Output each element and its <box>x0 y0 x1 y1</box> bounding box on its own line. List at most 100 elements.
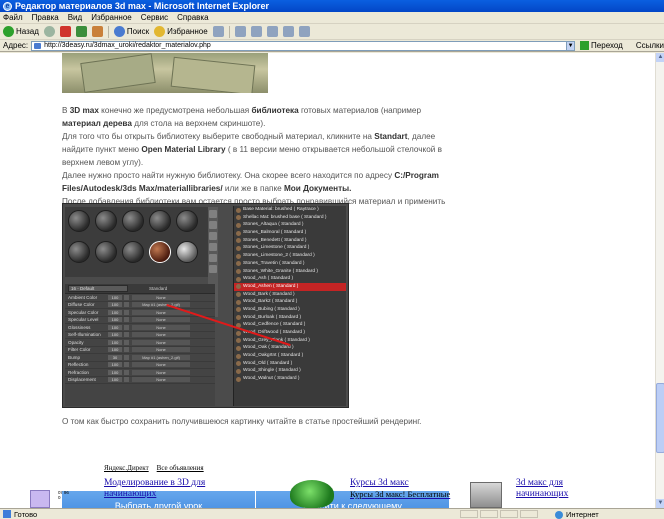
map-amount: 100 <box>108 362 122 368</box>
paragraph-2: Для того что бы открыть библиотеку выбер… <box>62 132 442 167</box>
map-row: Displacement 100 None <box>65 377 215 384</box>
favorites-button[interactable]: Избранное <box>154 25 208 38</box>
map-checkbox <box>124 347 129 353</box>
vertical-scrollbar[interactable]: ▲ ▼ <box>655 53 664 508</box>
print-icon[interactable] <box>250 26 262 37</box>
tool-icon <box>209 210 217 218</box>
menu-view[interactable]: Вид <box>68 13 82 22</box>
status-cell <box>460 510 478 518</box>
scroll-up-arrow-icon[interactable]: ▲ <box>656 53 664 62</box>
map-slot: None <box>132 377 190 383</box>
all-ads-link[interactable]: Все объявления <box>157 464 204 472</box>
library-item-selected: Wood_Ashen ( Standard ) <box>234 282 346 291</box>
sample-slot-active <box>149 241 171 263</box>
menu-bar: Файл Правка Вид Избранное Сервис Справка <box>0 12 664 24</box>
map-checkbox <box>124 377 129 383</box>
search-button[interactable]: Поиск <box>113 25 149 38</box>
toolbar-separator <box>107 25 109 38</box>
map-name: Specular Color <box>68 309 99 315</box>
map-name: Ambient Color <box>68 294 98 300</box>
edit-icon[interactable] <box>266 26 278 37</box>
sample-slot <box>122 210 144 232</box>
sample-slot <box>68 210 90 232</box>
stop-icon[interactable] <box>59 26 71 37</box>
sample-slot <box>95 210 117 232</box>
forward-button[interactable] <box>43 25 55 38</box>
sample-slot <box>95 241 117 263</box>
sample-slot <box>176 241 198 263</box>
map-row: Glossiness 100 None <box>65 324 215 332</box>
library-item: Wood_Burloak ( Standard ) <box>234 314 346 322</box>
map-checkbox <box>124 302 129 308</box>
library-item: Stones_Limestone ( Standard ) <box>234 244 346 252</box>
back-button[interactable]: Назад <box>3 25 39 38</box>
library-item: Wood_Old ( Standard ) <box>234 360 346 368</box>
scroll-down-arrow-icon[interactable]: ▼ <box>656 499 664 508</box>
library-item: Wood_Bark ( Standard ) <box>234 291 346 299</box>
teapot-ad-image[interactable] <box>290 480 334 508</box>
links-button[interactable]: Ссылки <box>636 41 664 50</box>
map-row: Specular Level 100 None <box>65 317 215 324</box>
status-cell <box>520 510 538 518</box>
map-slot: Map #1 (ashen_2.gif) <box>132 354 190 360</box>
map-checkbox <box>124 309 129 315</box>
address-input[interactable]: http://3deasy.ru/3dmax_uroki/redaktor_ma… <box>31 40 568 51</box>
menu-tools[interactable]: Сервис <box>141 13 168 22</box>
home-icon[interactable] <box>91 26 103 37</box>
menu-file[interactable]: Файл <box>3 13 23 22</box>
menu-favorites[interactable]: Избранное <box>91 13 132 22</box>
messenger-icon[interactable] <box>298 26 310 37</box>
material-editor-screenshot: 16 - Default Standard Ambient Color 100 No… <box>62 203 349 408</box>
map-slot: None <box>132 324 190 330</box>
ad-link-modeling[interactable]: Моделирование в 3D для начинающих <box>104 478 244 500</box>
paragraph-1: В 3D max конечно же предусмотрена неболь… <box>62 106 421 128</box>
map-amount: 100 <box>108 317 122 323</box>
material-name-row: 16 - Default Standard <box>65 284 215 294</box>
scroll-thumb[interactable] <box>656 383 664 453</box>
go-button[interactable]: Переход <box>580 41 623 50</box>
map-name: Specular Level <box>68 317 99 323</box>
toolbar-separator <box>228 25 230 38</box>
map-slot: Map #1 (ashen_2.gif) <box>132 302 190 308</box>
window-title: Редактор материалов 3d max - Microsoft I… <box>15 1 269 11</box>
map-name: Displacement <box>68 377 96 383</box>
map-name: Diffuse Color <box>68 302 95 308</box>
refresh-icon[interactable] <box>75 26 87 37</box>
yandex-direct-link[interactable]: Яндекс.Директ <box>104 464 149 472</box>
sample-slot <box>176 210 198 232</box>
ad-thumbnail-text: 0т 96 0 <box>58 490 69 500</box>
map-amount: 100 <box>108 347 122 353</box>
toolbar: Назад Поиск Избранное <box>0 24 664 40</box>
page-done-icon <box>3 510 11 518</box>
zone-label: Интернет <box>566 510 599 519</box>
material-name-field: 16 - Default <box>68 285 128 292</box>
ad-thumbnail[interactable] <box>30 490 50 508</box>
discuss-icon[interactable] <box>282 26 294 37</box>
search-icon <box>113 26 125 37</box>
map-name: Glossiness <box>68 324 91 330</box>
library-item: Base Material: brushed ( Raytrace ) <box>234 206 346 214</box>
maps-list: Ambient Color 100 None Diffuse Color 100 Map … <box>65 294 215 384</box>
map-row: Ambient Color 100 None <box>65 294 215 302</box>
mail-icon[interactable] <box>234 26 246 37</box>
status-cell <box>500 510 518 518</box>
history-icon[interactable] <box>212 26 224 37</box>
dollar-bills-image <box>62 53 268 93</box>
software-box-ad-image[interactable] <box>470 482 502 508</box>
library-item: Stones_Altaqua ( Standard ) <box>234 221 346 229</box>
ad-link-courses[interactable]: Курсы 3d макс Курсы 3d макс! Бесплатные <box>350 478 480 501</box>
map-slot: None <box>132 347 190 353</box>
sample-slot <box>149 210 171 232</box>
status-cells <box>460 510 538 518</box>
menu-edit[interactable]: Правка <box>32 13 59 22</box>
menu-help[interactable]: Справка <box>177 13 208 22</box>
map-amount: 100 <box>108 377 122 383</box>
map-checkbox <box>124 362 129 368</box>
address-dropdown-icon[interactable]: ▼ <box>566 40 576 51</box>
ad-link-3dmax-beginners[interactable]: 3d макс для начинающих <box>516 478 606 500</box>
map-slot: None <box>132 294 190 300</box>
library-item: Stones_White_Granite ( Standard ) <box>234 268 346 276</box>
map-checkbox <box>124 354 129 360</box>
map-amount: 100 <box>108 332 122 338</box>
title-bar: e Редактор материалов 3d max - Microsoft… <box>0 0 664 12</box>
